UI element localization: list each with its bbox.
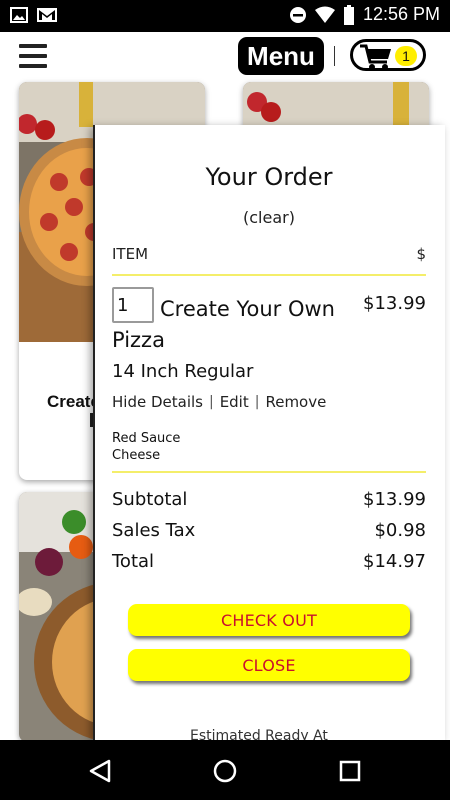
checkout-button[interactable]: CHECK OUT (128, 604, 410, 636)
shopping-cart-icon (360, 44, 391, 70)
column-item-label: ITEM (112, 245, 149, 263)
back-icon[interactable] (87, 758, 113, 784)
status-bar: 12:56 PM (0, 0, 450, 32)
order-panel: Your Order (clear) ITEM $ Create Your Ow… (93, 125, 445, 744)
item-size: 14 Inch Regular (112, 361, 254, 382)
total-row: Total $14.97 (112, 551, 426, 572)
do-not-disturb-icon (289, 6, 306, 23)
sales-tax-value: $0.98 (374, 520, 426, 541)
order-column-header: ITEM $ (112, 245, 426, 263)
cart-button[interactable]: 1 (350, 39, 426, 71)
cart-count-badge: 1 (395, 46, 417, 66)
order-title: Your Order (205, 163, 333, 191)
action-separator: | (208, 394, 214, 410)
total-value: $14.97 (363, 551, 426, 572)
item-name: Create Your Own (160, 297, 335, 321)
item-price: $13.99 (363, 293, 426, 314)
gmail-icon (37, 8, 57, 22)
header-divider (334, 46, 335, 66)
item-actions: Hide Details | Edit | Remove (112, 393, 326, 411)
wifi-icon (314, 6, 335, 23)
battery-icon (343, 4, 354, 25)
divider (112, 471, 426, 473)
remove-link[interactable]: Remove (265, 393, 326, 411)
sales-tax-row: Sales Tax $0.98 (112, 520, 426, 541)
sales-tax-label: Sales Tax (112, 520, 196, 541)
total-label: Total (112, 551, 155, 572)
menu-button[interactable]: Menu (238, 37, 324, 75)
quantity-input[interactable] (112, 287, 154, 323)
clock: 12:56 PM (362, 4, 440, 24)
home-icon[interactable] (212, 758, 238, 784)
divider (112, 274, 426, 276)
image-icon (10, 7, 28, 23)
hide-details-link[interactable]: Hide Details (112, 393, 203, 411)
topping-item: Red Sauce (112, 431, 181, 446)
clear-order-link[interactable]: (clear) (112, 208, 426, 227)
product-title: Create (47, 392, 100, 411)
item-name-continued: Pizza (112, 328, 165, 352)
column-price-label: $ (416, 245, 426, 263)
system-nav-bar (0, 740, 450, 800)
close-button[interactable]: CLOSE (128, 649, 410, 681)
action-separator: | (254, 394, 260, 410)
app-header: Menu 1 (0, 32, 450, 82)
topping-item: Cheese (112, 448, 161, 463)
recents-icon[interactable] (337, 758, 363, 784)
subtotal-label: Subtotal (112, 489, 188, 510)
subtotal-row: Subtotal $13.99 (112, 489, 426, 510)
edit-link[interactable]: Edit (220, 393, 249, 411)
hamburger-menu-icon[interactable] (19, 44, 47, 68)
subtotal-value: $13.99 (363, 489, 426, 510)
